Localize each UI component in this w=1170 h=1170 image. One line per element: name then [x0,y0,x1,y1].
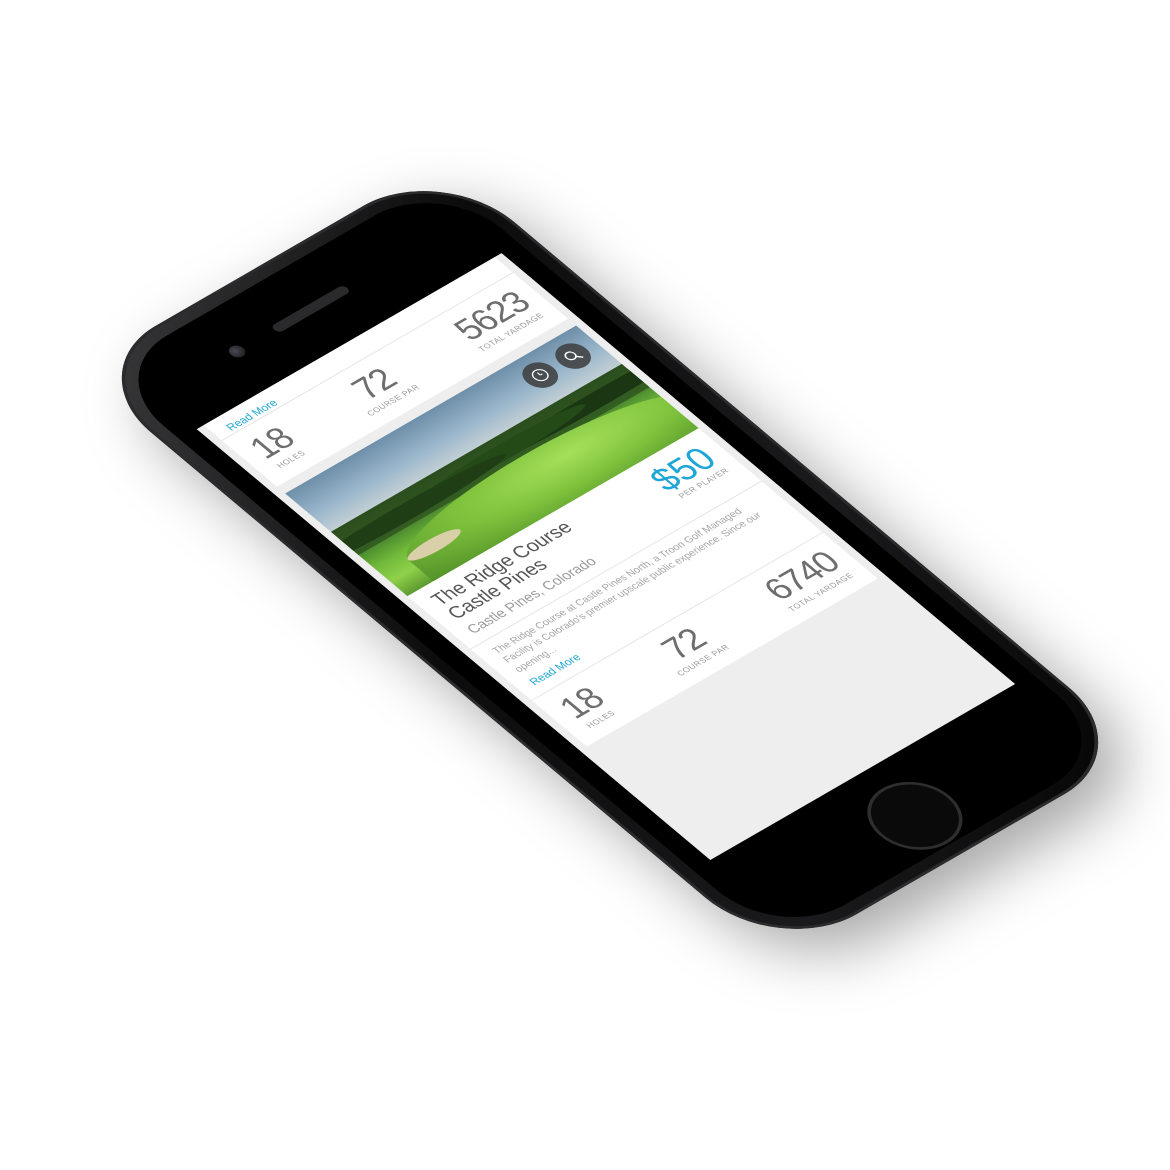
search-button[interactable] [547,338,599,374]
holes-stat: 18 HOLES [551,682,621,732]
par-value: 72 [653,622,716,667]
par-stat: 72 COURSE PAR [336,358,422,417]
phone-device: Read More 18 HOLES 72 COURSE PAR 5623 TO… [77,160,1143,960]
search-icon [560,347,587,366]
tee-time-button[interactable] [515,357,566,393]
holes-stat: 18 HOLES [241,421,311,472]
par-value: 72 [343,362,406,407]
par-stat: 72 COURSE PAR [646,619,732,678]
product-mockup: Read More 18 HOLES 72 COURSE PAR 5623 TO… [0,0,1170,1170]
clock-icon [527,366,554,385]
